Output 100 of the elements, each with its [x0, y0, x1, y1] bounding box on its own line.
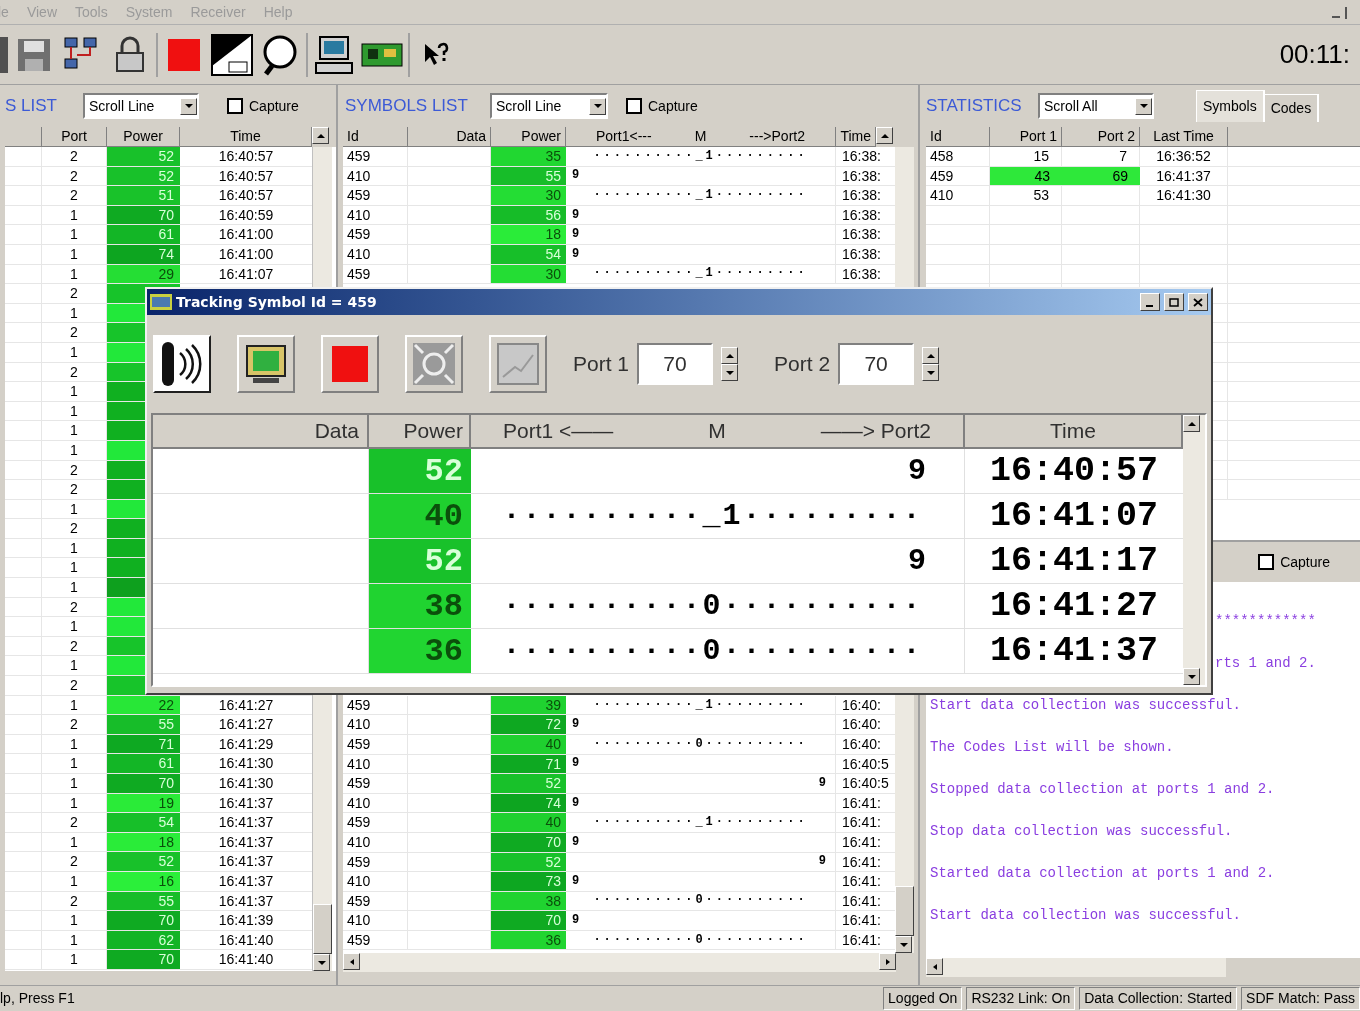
- signal-pattern: ··········0··········: [593, 892, 808, 910]
- power-cell: 30: [491, 186, 566, 205]
- signal-pattern: 9: [818, 774, 829, 792]
- log-line: Stopped data collection at ports 1 and 2.: [930, 781, 1275, 797]
- time-cell-text: 16:40:: [841, 734, 882, 754]
- id-cell: 459: [343, 774, 408, 793]
- dialog-title: Tracking Symbol Id = 459: [176, 292, 377, 312]
- help-expand-icon[interactable]: [405, 335, 463, 393]
- id-card-icon[interactable]: [210, 32, 254, 77]
- time-cell-text: 16:41:30: [217, 774, 275, 793]
- signal-pattern: 9: [572, 833, 583, 851]
- id-cell: 410: [343, 832, 408, 852]
- signal-pattern: 9: [818, 853, 829, 871]
- id-cell: 410: [343, 166, 408, 186]
- time-cell-text: 16:41:30: [217, 754, 275, 773]
- power-cell: 51: [107, 186, 180, 205]
- signal-pattern: ··········_1·········: [593, 187, 808, 204]
- id-cell: 459: [343, 891, 408, 911]
- header-label: Port1 <——: [503, 418, 614, 444]
- time-cell-text: 16:41:37: [217, 891, 275, 911]
- spin-up-icon[interactable]: [721, 347, 739, 364]
- log-line: ************: [1215, 613, 1316, 629]
- time-cell-text: 16:38:: [841, 205, 882, 225]
- chart-icon[interactable]: [489, 335, 547, 393]
- stop-icon[interactable]: [321, 335, 379, 393]
- id-cell: 410: [343, 715, 408, 734]
- header-label: Port1<---: [596, 127, 652, 146]
- id-cell: 410: [343, 793, 408, 813]
- vertical-scrollbar[interactable]: [1183, 415, 1205, 685]
- signal-pattern: 9: [572, 206, 583, 224]
- port-threshold-field[interactable]: 70: [637, 343, 714, 385]
- scroll-mode-dropdown[interactable]: Scroll All: [1038, 93, 1154, 119]
- time-cell: 16:41:30: [1140, 186, 1228, 205]
- capture-checkbox[interactable]: Capture: [626, 95, 698, 117]
- log-line: The Codes List will be shown.: [930, 739, 1174, 755]
- signal-pattern: ··········_1·········: [593, 814, 808, 832]
- signal-pattern: 9: [572, 794, 583, 812]
- signal-pattern: 9: [572, 226, 583, 244]
- capture-checkbox[interactable]: Capture: [1258, 551, 1330, 573]
- panel-title: S LIST: [5, 95, 55, 118]
- signal-pattern: 9: [572, 912, 583, 930]
- time-cell-text: 16:40:5: [841, 754, 890, 774]
- scroll-thumb[interactable]: [895, 886, 914, 936]
- power-cell: 73: [491, 872, 566, 891]
- id-cell: 459: [343, 225, 408, 244]
- power-cell: 35: [491, 147, 566, 166]
- time-cell-text: 16:41:37: [217, 793, 275, 813]
- power-cell: 61: [107, 225, 180, 244]
- power-cell: 36: [369, 629, 471, 673]
- time-cell-text: 16:41:: [841, 852, 882, 872]
- signal-pattern: ··········0··········: [502, 632, 923, 670]
- spinner[interactable]: [721, 347, 739, 381]
- scroll-thumb[interactable]: [313, 904, 332, 954]
- time-cell-text: 16:40:57: [217, 166, 275, 186]
- time-cell-text: 16:40:57: [217, 186, 275, 205]
- power-cell: 52: [491, 774, 566, 793]
- spinner[interactable]: [922, 347, 940, 381]
- time-cell-text: 16:38:: [841, 147, 882, 166]
- time-cell-text: 16:41:: [841, 832, 882, 852]
- time-cell: 16:41:37: [1140, 166, 1228, 186]
- close-icon[interactable]: [1188, 293, 1208, 311]
- power-cell: 54: [107, 813, 180, 832]
- minimize-icon[interactable]: [1140, 293, 1160, 311]
- id-cell: 459: [343, 264, 408, 284]
- tab[interactable]: Symbols: [1196, 90, 1265, 122]
- spin-up-icon[interactable]: [922, 347, 940, 364]
- maximize-icon[interactable]: [1164, 293, 1184, 311]
- power-cell: 52: [107, 147, 180, 166]
- spin-down-icon[interactable]: [922, 364, 940, 381]
- time-cell-text: 16:41:: [841, 813, 882, 832]
- monitor-icon[interactable]: [237, 335, 295, 393]
- time-cell-text: 16:40:57: [989, 450, 1159, 493]
- power-cell: 52: [369, 539, 471, 583]
- spin-down-icon[interactable]: [721, 364, 739, 381]
- tab[interactable]: Codes: [1264, 94, 1320, 122]
- column-header: Time: [836, 127, 876, 147]
- column-header: Data: [408, 127, 491, 147]
- column-header: Id: [343, 127, 408, 147]
- signal-pattern: 9: [908, 542, 928, 580]
- log-line: Started data collection at ports 1 and 2.: [930, 865, 1275, 881]
- time-cell-text: 16:41:39: [217, 911, 275, 930]
- id-cell: 459: [343, 813, 408, 832]
- signal-pattern: ··········0··········: [593, 735, 808, 753]
- capture-checkbox[interactable]: Capture: [227, 95, 299, 117]
- horizontal-scrollbar[interactable]: [343, 953, 896, 972]
- time-cell-text: 16:41:: [841, 793, 882, 813]
- port-threshold-field[interactable]: 70: [838, 343, 915, 385]
- id-cell: 459: [343, 186, 408, 205]
- power-cell: 70: [107, 774, 180, 793]
- scroll-mode-dropdown[interactable]: Scroll Line: [490, 93, 608, 119]
- signal-pattern: ··········0··········: [502, 587, 923, 625]
- log-line: Stop data collection was successful.: [930, 823, 1233, 839]
- horizontal-scrollbar[interactable]: [926, 958, 1226, 977]
- time-cell-text: 16:40:5: [841, 774, 890, 793]
- time-cell-text: 16:41:27: [217, 695, 275, 715]
- log-line: rts 1 and 2.: [1215, 655, 1316, 671]
- time-cell-text: 16:41:27: [217, 715, 275, 734]
- tag-signal-icon[interactable]: [153, 335, 211, 393]
- scroll-mode-dropdown[interactable]: Scroll Line: [83, 93, 199, 119]
- time-cell-text: 16:41:17: [989, 540, 1159, 583]
